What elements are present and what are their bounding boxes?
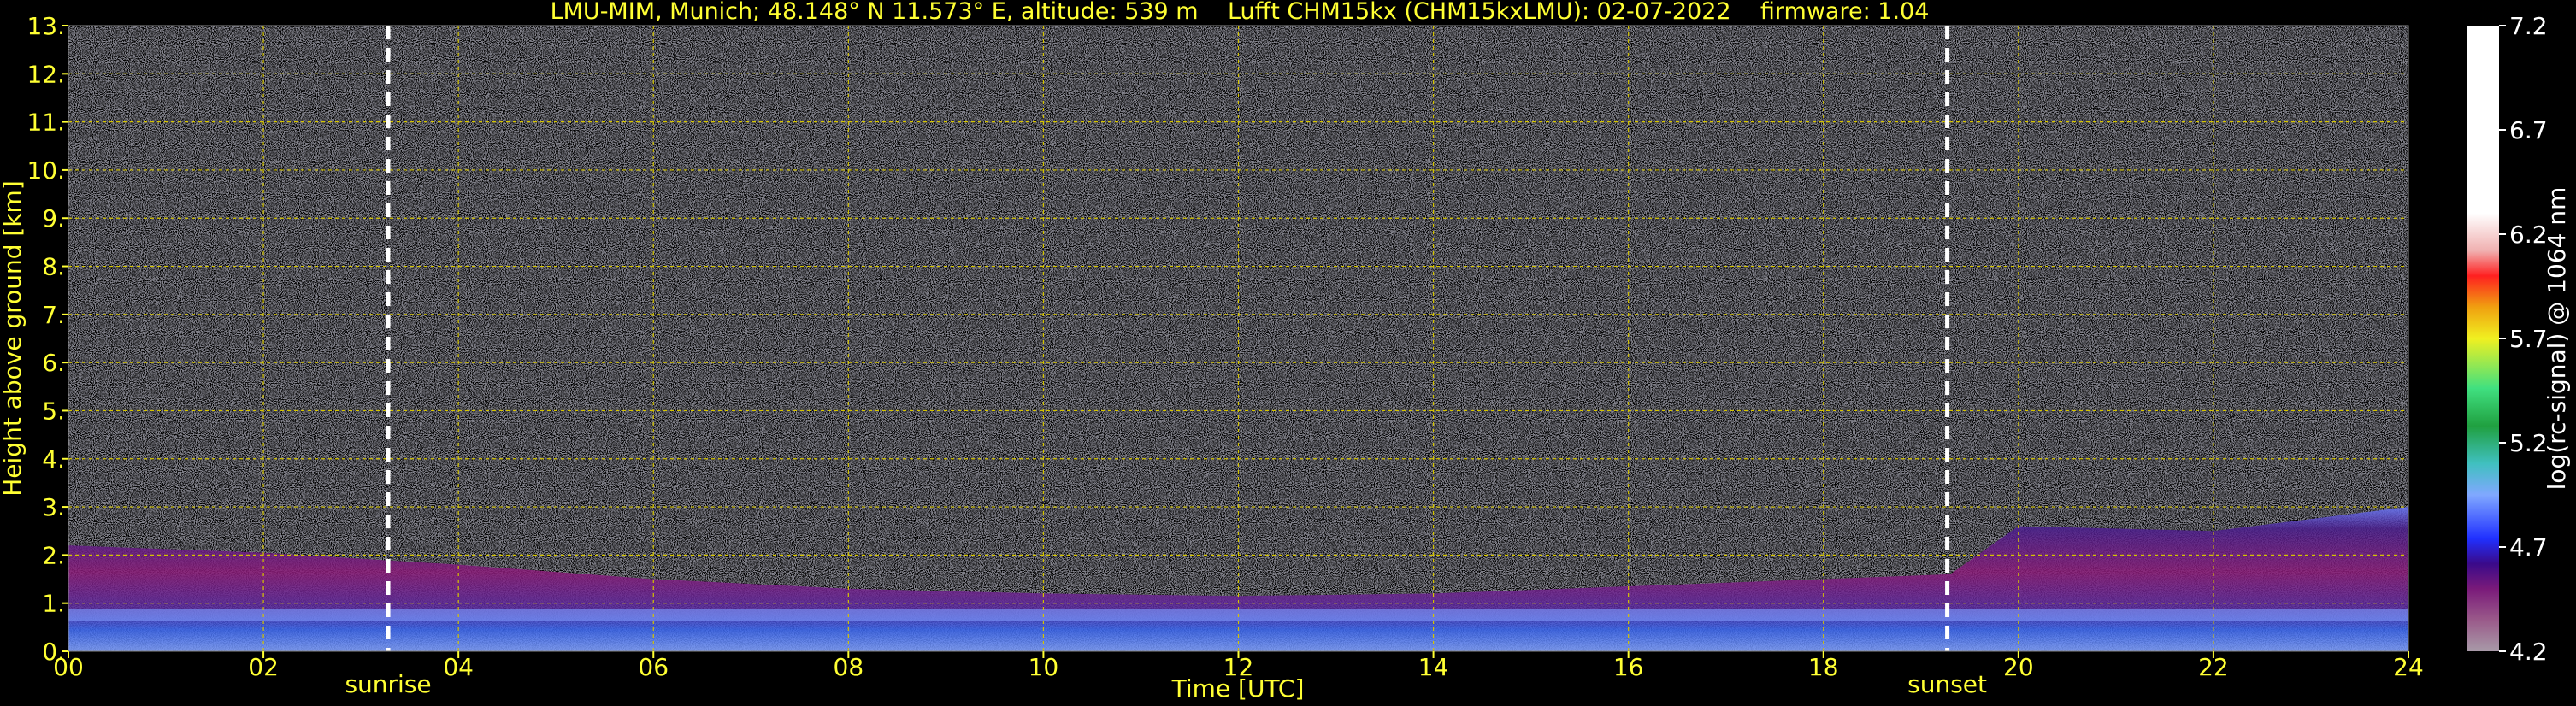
x-tick-label: 16 (1613, 653, 1644, 681)
colorbar (2467, 26, 2499, 651)
y-tick-label: 1. (42, 590, 65, 618)
y-tick-label: 11. (27, 109, 65, 137)
x-tick-label: 10 (1029, 653, 1059, 681)
x-tick-label: 22 (2198, 653, 2229, 681)
y-tick-label: 5. (42, 397, 65, 425)
x-tick-label: 20 (2003, 653, 2034, 681)
colorbar-tick-label: 5.7 (2509, 325, 2548, 353)
colorbar-ticks: 7.2 6.7 6.2 5.7 5.2 4.7 4.2 (2499, 12, 2548, 666)
colorbar-label: log(rc-signal) @ 1064 nm (2543, 187, 2571, 491)
x-tick-label: 02 (248, 653, 279, 681)
y-tick-label: 4. (42, 445, 65, 474)
ceilometer-chart: sunrise sunset 0.1.2.3.4.5.6.7.8.9.10.11.… (0, 0, 2571, 703)
x-tick-label: 24 (2393, 653, 2424, 681)
y-axis-label: Height above ground [km] (0, 180, 27, 497)
sunset-label: sunset (1907, 670, 1987, 698)
y-tick-label: 13. (27, 12, 65, 40)
x-tick-label: 04 (443, 653, 474, 681)
y-tick-label: 7. (42, 301, 65, 329)
x-axis-label: Time [UTC] (1171, 674, 1305, 703)
x-tick-label: 06 (638, 653, 669, 681)
y-tick-label: 9. (42, 204, 65, 232)
chart-title: LMU-MIM, Munich; 48.148° N 11.573° E, al… (551, 0, 1930, 25)
colorbar-tick-label: 6.7 (2509, 116, 2548, 144)
x-tick-label: 00 (53, 653, 84, 681)
y-tick-label: 12. (27, 60, 65, 88)
x-tick-label: 18 (1808, 653, 1839, 681)
y-tick-label: 3. (42, 493, 65, 521)
sunrise-label: sunrise (345, 670, 431, 698)
y-tick-label: 10. (27, 156, 65, 185)
colorbar-tick-label: 5.2 (2509, 429, 2548, 457)
y-tick-label: 2. (42, 541, 65, 569)
y-tick-label: 6. (42, 349, 65, 377)
colorbar-tick-label: 4.7 (2509, 533, 2548, 562)
y-axis: 0.1.2.3.4.5.6.7.8.9.10.11.12.13. (27, 12, 68, 666)
colorbar-tick-label: 4.2 (2509, 638, 2548, 666)
x-tick-label: 14 (1418, 653, 1449, 681)
y-tick-label: 8. (42, 253, 65, 281)
colorbar-tick-label: 7.2 (2509, 12, 2548, 40)
x-tick-label: 08 (834, 653, 864, 681)
colorbar-tick-label: 6.2 (2509, 221, 2548, 249)
